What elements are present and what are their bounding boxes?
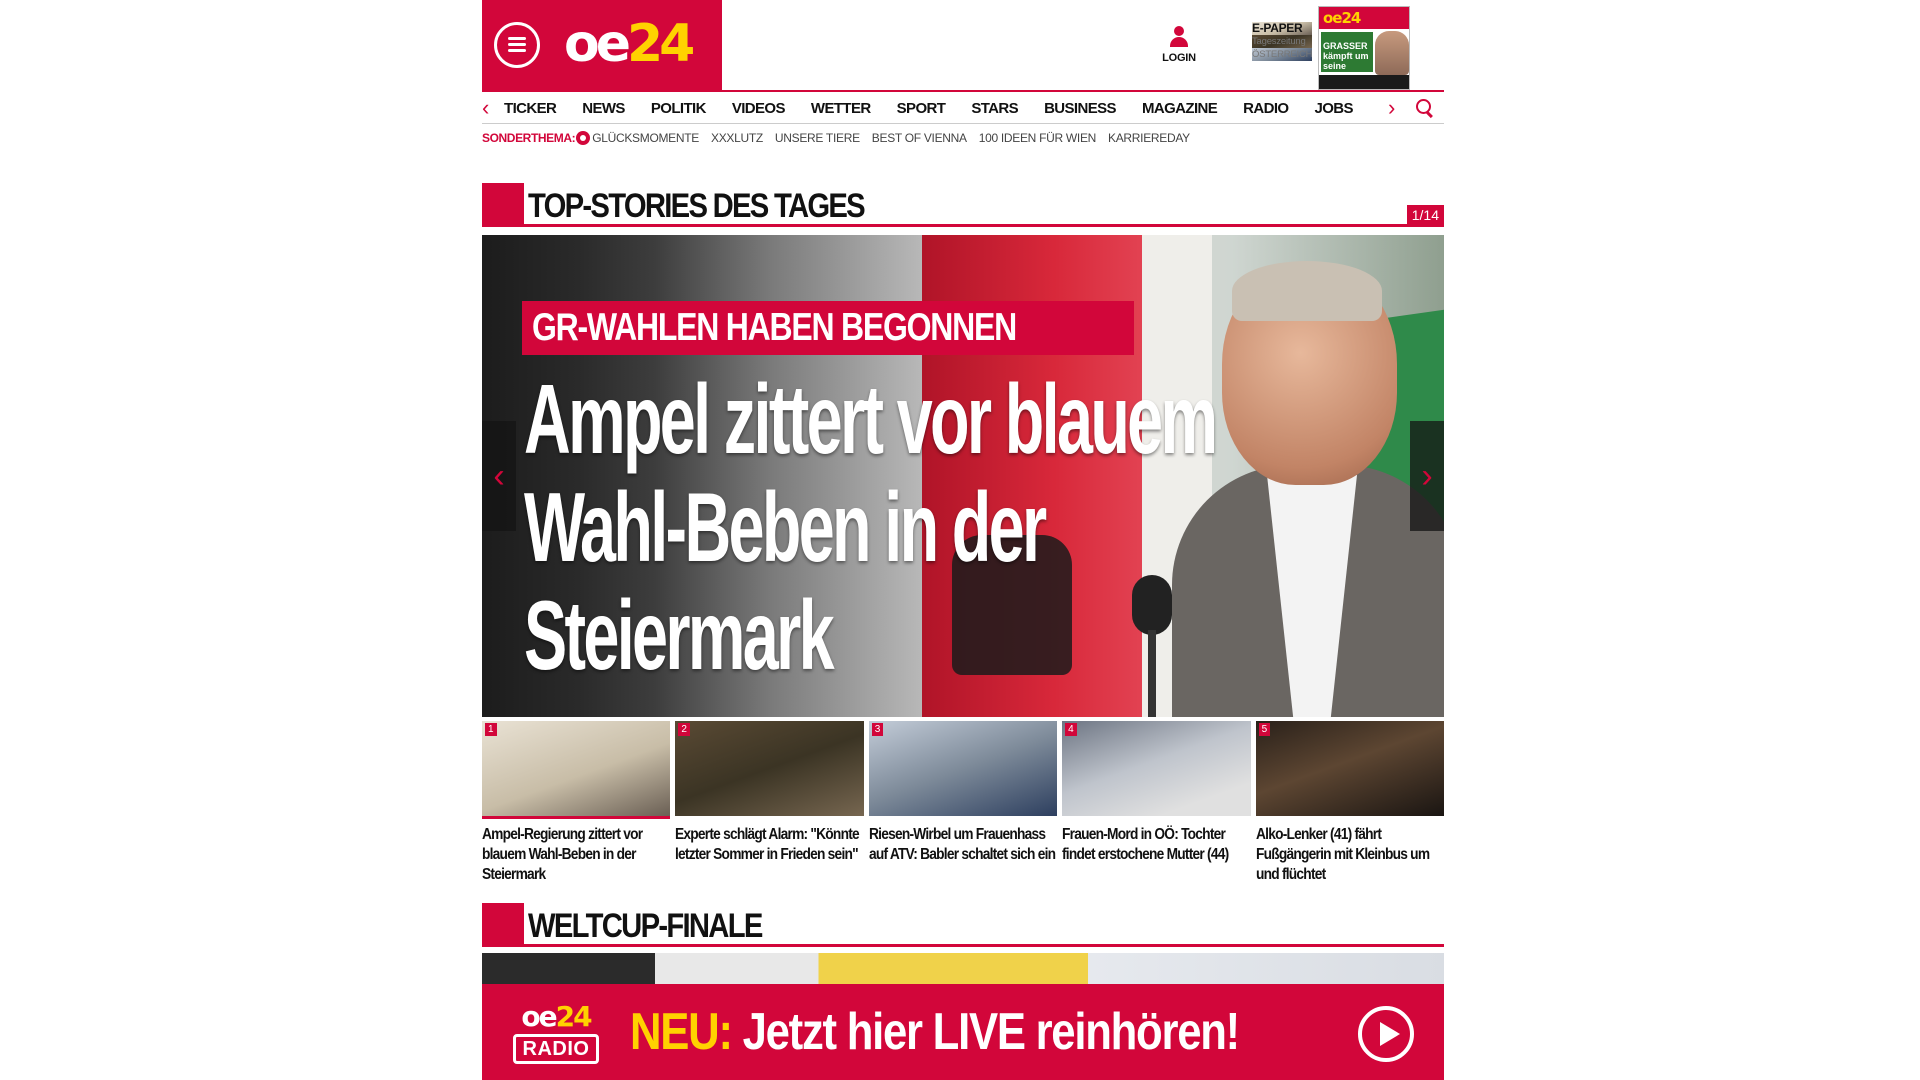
slide-prev-icon[interactable]: ‹ <box>482 421 516 531</box>
logo-area: oe24 <box>482 0 722 90</box>
thumb-title[interactable]: Alko-Lenker (41) fährt Fußgängerin mit K… <box>1256 825 1445 885</box>
nav-item-politik[interactable]: POLITIK <box>651 100 707 117</box>
special-topic-link[interactable]: XXXLUTZ <box>711 131 763 145</box>
heading-rule <box>524 944 1444 947</box>
site-header: oe24 LOGIN E-PAPER Tageszeitung ÖSTERREI… <box>482 0 1444 90</box>
nav-item-wetter[interactable]: WETTER <box>811 100 871 117</box>
login-button[interactable]: LOGIN <box>1154 26 1204 64</box>
section-title: TOP-STORIES DES TAGES <box>528 187 866 225</box>
radio-banner-cta: Jetzt hier LIVE reinhören! <box>742 1003 1241 1061</box>
thumb-rule <box>1062 816 1251 819</box>
thumb-image: 4 <box>1062 721 1251 816</box>
nav-item-sport[interactable]: SPORT <box>897 100 946 117</box>
heading-rule <box>524 224 1444 227</box>
heading-accent <box>482 183 524 227</box>
thumb-image: 2 <box>675 721 864 816</box>
nav-item-jobs[interactable]: JOBS <box>1315 100 1354 117</box>
epaper-subtitle: Tageszeitung <box>1252 35 1313 48</box>
thumb-title[interactable]: Ampel-Regierung zittert vor blauem Wahl-… <box>482 825 671 885</box>
epaper-link[interactable]: E-PAPER Tageszeitung ÖSTERREICH <box>1252 22 1312 61</box>
gluecksmomente-icon <box>576 131 591 145</box>
hero-headline[interactable]: Ampel zittert vor blauem Wahl-Beben in d… <box>524 365 1218 689</box>
epaper-subtitle-2: ÖSTERREICH <box>1252 48 1313 61</box>
hero-slide[interactable]: GR-WAHLEN HABEN BEGONNEN Ampel zittert v… <box>482 235 1444 717</box>
thumb-title[interactable]: Riesen-Wirbel um Frauenhass auf ATV: Bab… <box>869 825 1058 865</box>
story-thumb[interactable]: 2 Experte schlägt Alarm: "Könnte letzter… <box>675 721 864 885</box>
topstories-heading: TOP-STORIES DES TAGES 1/14 <box>482 183 1444 227</box>
special-topic-link[interactable]: GLÜCKSMOMENTE <box>592 131 699 145</box>
radio-live-banner[interactable]: oe24 RADIO NEU: Jetzt hier LIVE reinhöre… <box>482 984 1444 1080</box>
weltcup-heading: WELTCUP-FINALE <box>482 903 1444 947</box>
slide-counter: 1/14 <box>1406 205 1444 225</box>
logo-text-oe: oe <box>564 14 631 74</box>
thumb-rule <box>868 816 1058 819</box>
nav-scroll-right-icon[interactable]: › <box>1388 96 1395 120</box>
thumb-image: 3 <box>868 721 1058 816</box>
radio-logo: oe24 RADIO <box>510 1002 602 1066</box>
cover-footer-strip <box>1319 75 1409 89</box>
thumb-title[interactable]: Experte schlägt Alarm: "Könnte letzter S… <box>675 825 864 865</box>
thumb-number: 3 <box>871 723 884 736</box>
nav-scroll-left-icon[interactable]: ‹ <box>482 96 489 120</box>
nav-item-news[interactable]: NEWS <box>582 100 625 117</box>
special-topic-link[interactable]: KARRIEREDAY <box>1108 131 1190 145</box>
radio-logo-label: RADIO <box>513 1034 599 1064</box>
page-wrapper: oe24 LOGIN E-PAPER Tageszeitung ÖSTERREI… <box>482 0 1444 1080</box>
thumb-number: 5 <box>1258 723 1271 736</box>
thumb-title[interactable]: Frauen-Mord in OÖ: Tochter findet erstoc… <box>1062 825 1251 865</box>
section-title: WELTCUP-FINALE <box>528 907 763 945</box>
thumb-rule <box>675 816 864 819</box>
user-icon <box>1169 26 1189 48</box>
thumb-number: 4 <box>1065 723 1077 736</box>
thumb-number: 1 <box>485 723 497 736</box>
site-logo[interactable]: oe24 <box>564 14 695 74</box>
thumb-image: 5 <box>1255 721 1444 816</box>
special-topic-link[interactable]: 100 IDEEN FÜR WIEN <box>979 131 1097 145</box>
thumb-active-rule <box>482 816 671 819</box>
search-icon[interactable] <box>1416 99 1434 117</box>
nav-item-videos[interactable]: VIDEOS <box>732 100 786 117</box>
story-thumb[interactable]: 4 Frauen-Mord in OÖ: Tochter findet erst… <box>1062 721 1251 885</box>
nav-item-ticker[interactable]: TICKER <box>504 100 557 117</box>
story-thumb[interactable]: 3 Riesen-Wirbel um Frauenhass auf ATV: B… <box>868 721 1058 885</box>
story-thumb[interactable]: 1 Ampel-Regierung zittert vor blauem Wah… <box>482 721 671 885</box>
thumb-rule <box>1255 816 1444 819</box>
nav-item-magazine[interactable]: MAGAZINE <box>1142 100 1218 117</box>
epaper-cover-thumbnail[interactable]: oe24 GRASSER kämpft um seine Freiheit <box>1318 6 1410 90</box>
radio-banner-text: NEU: Jetzt hier LIVE reinhören! <box>630 1002 1241 1062</box>
special-topic-link[interactable]: BEST OF VIENNA <box>872 131 967 145</box>
epaper-title: E-PAPER <box>1252 22 1313 35</box>
main-navigation: ‹ TICKER NEWS POLITIK VIDEOS WETTER SPOR… <box>482 90 1444 124</box>
story-thumbnails: 1 Ampel-Regierung zittert vor blauem Wah… <box>482 721 1444 885</box>
menu-icon[interactable] <box>494 22 540 68</box>
cover-photo <box>1375 31 1409 75</box>
slide-next-icon[interactable]: › <box>1410 421 1444 531</box>
hero-kicker: GR-WAHLEN HABEN BEGONNEN <box>522 301 1135 355</box>
radio-banner-neu: NEU: <box>630 1003 733 1061</box>
thumb-image: 1 <box>482 721 671 816</box>
nav-item-business[interactable]: BUSINESS <box>1044 100 1116 117</box>
nav-item-radio[interactable]: RADIO <box>1243 100 1289 117</box>
nav-item-stars[interactable]: STARS <box>971 100 1018 117</box>
thumb-number: 2 <box>678 723 690 736</box>
nav-items: TICKER NEWS POLITIK VIDEOS WETTER SPORT … <box>504 92 1379 124</box>
special-topic-label: SONDERTHEMA: <box>482 131 576 145</box>
logo-text-24: 24 <box>627 14 695 74</box>
special-topic-link[interactable]: UNSERE TIERE <box>775 131 860 145</box>
play-icon[interactable] <box>1358 1006 1414 1062</box>
person-hair <box>1232 261 1382 321</box>
story-thumb[interactable]: 5 Alko-Lenker (41) fährt Fußgängerin mit… <box>1255 721 1445 885</box>
heading-accent <box>482 903 524 947</box>
radio-logo-top: oe24 <box>521 1000 592 1033</box>
login-label: LOGIN <box>1162 52 1196 64</box>
special-topics-bar: SONDERTHEMA: GLÜCKSMOMENTE XXXLUTZ UNSER… <box>482 128 1202 148</box>
cover-logo: oe24 <box>1323 9 1361 27</box>
